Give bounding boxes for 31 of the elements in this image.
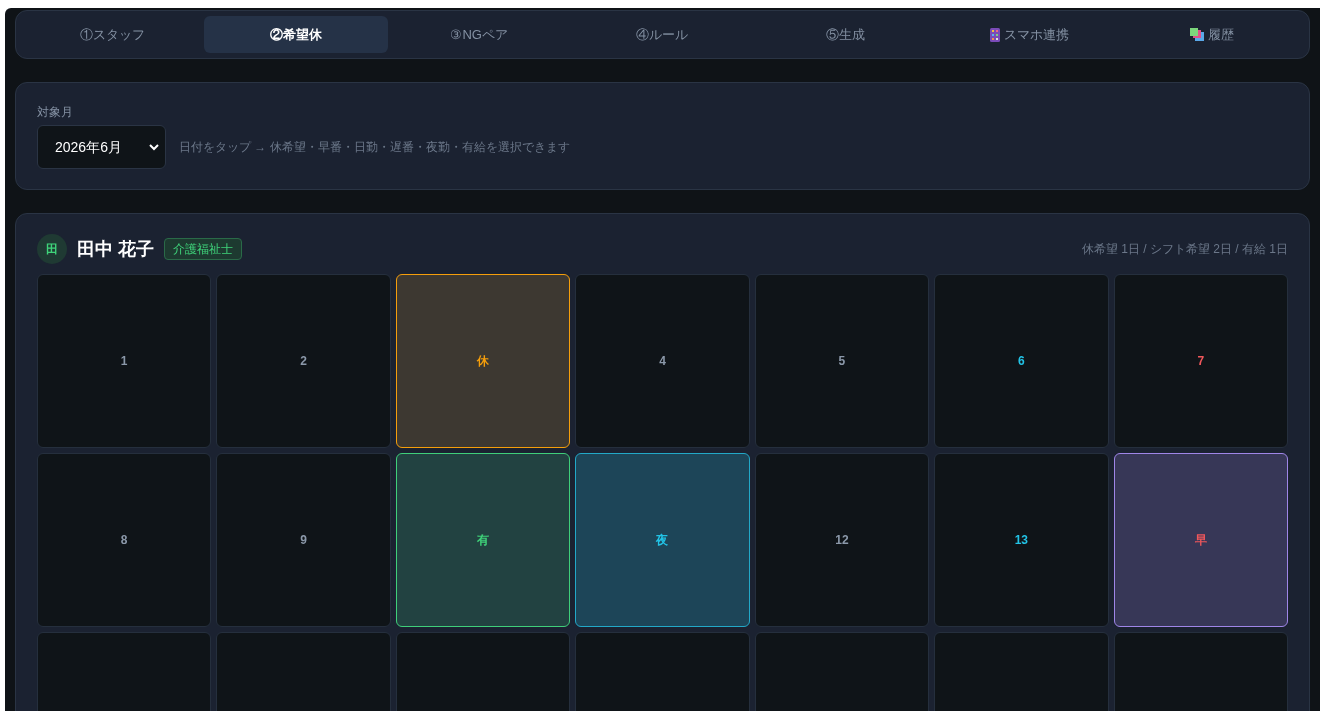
avatar: 田	[37, 234, 67, 264]
calendar-day[interactable]: 13	[934, 453, 1109, 627]
tab[interactable]: 履歴	[1120, 16, 1304, 53]
role-tag: 介護福祉士	[164, 238, 242, 260]
calendar-day[interactable]: 9	[216, 453, 391, 627]
tab[interactable]: ②希望休	[204, 16, 388, 53]
month-label: 対象月	[37, 104, 74, 121]
tab[interactable]: ①スタッフ	[21, 16, 205, 53]
calendar-day[interactable]: 5	[754, 274, 930, 448]
calendar-day[interactable]: 2	[216, 274, 391, 448]
calendar-day[interactable]: 7	[1113, 274, 1288, 448]
request-summary: 休希望 1日 / シフト希望 2日 / 有給 1日	[1081, 241, 1288, 258]
hint-text: 日付をタップ → 休希望・早番・日勤・遅番・夜勤・有給を選択できます	[179, 139, 570, 156]
calendar-day[interactable]: 1	[37, 274, 212, 448]
tab[interactable]: ③NGペア	[387, 16, 571, 53]
calendar-day[interactable]: 8	[37, 453, 212, 627]
calendar-day[interactable]: 4	[575, 274, 750, 448]
calendar-day[interactable]: 12	[754, 453, 930, 627]
calendar-day[interactable]: 夜	[575, 453, 750, 627]
calendar-day[interactable]: 早	[1113, 453, 1288, 627]
tab[interactable]: ④ルール	[570, 16, 755, 53]
calendar-day[interactable]: 6	[934, 274, 1109, 448]
staff-name: 田中 花子	[77, 237, 154, 261]
month-select[interactable]: 2026年6月	[37, 125, 166, 169]
chevron-down-icon	[149, 143, 159, 151]
phone-icon	[989, 27, 1000, 42]
tab[interactable]: ⑤生成	[754, 16, 938, 53]
calendar-day[interactable]: 休	[395, 274, 571, 448]
tab[interactable]: スマホ連携	[937, 16, 1121, 53]
calendar-day[interactable]: 有	[395, 453, 571, 627]
cards-icon	[1190, 28, 1205, 41]
